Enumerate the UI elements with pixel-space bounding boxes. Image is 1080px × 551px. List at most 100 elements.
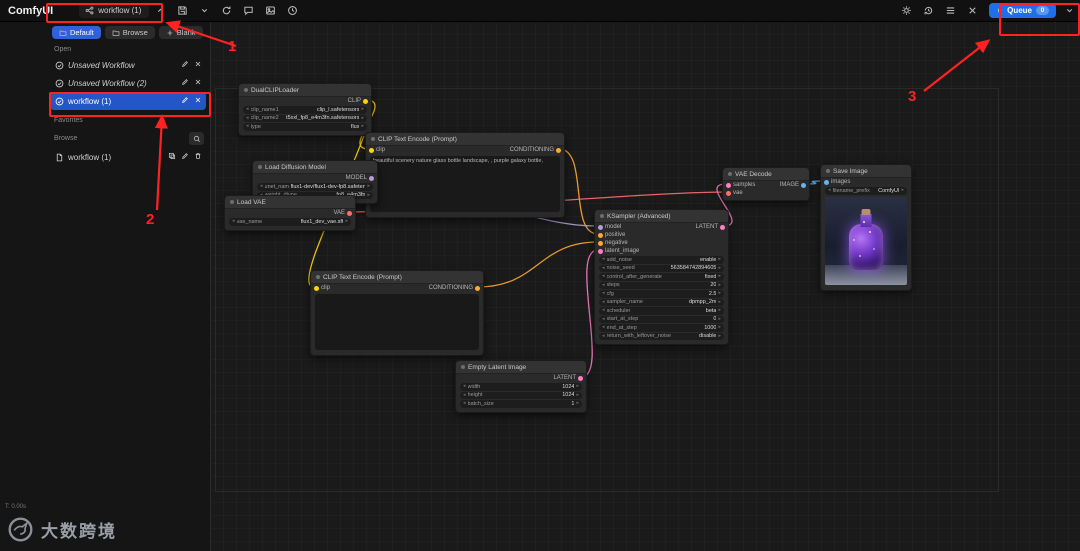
port-dot-icon[interactable]	[824, 179, 829, 185]
widget-sampler_name[interactable]: ◂ sampler_name dpmpp_2m ▸	[599, 298, 724, 306]
port-dot-icon[interactable]	[598, 240, 603, 246]
widget-start_at_step[interactable]: ◂ start_at_step 0 ▸	[599, 315, 724, 323]
chevron-up-icon[interactable]	[152, 3, 168, 19]
port-dot-icon[interactable]	[363, 98, 368, 104]
increment-arrow-icon[interactable]: ▸	[345, 219, 348, 224]
increment-arrow-icon[interactable]: ▸	[361, 124, 364, 129]
widget-type[interactable]: ◂ type flux ▸	[243, 123, 367, 131]
workflow-tab[interactable]: workflow (1)	[79, 3, 150, 18]
decrement-arrow-icon[interactable]: ◂	[602, 316, 605, 322]
increment-arrow-icon[interactable]: ▸	[718, 308, 721, 313]
increment-arrow-icon[interactable]: ▸	[718, 257, 721, 262]
input-port-images[interactable]: images	[824, 179, 850, 185]
increment-arrow-icon[interactable]: ▸	[576, 384, 579, 389]
decrement-arrow-icon[interactable]: ◂	[246, 124, 249, 129]
widget-noise_seed[interactable]: ◂ noise_seed 563584742894605 ▸	[599, 264, 724, 272]
decrement-arrow-icon[interactable]: ◂	[602, 274, 605, 279]
widget-end_at_step[interactable]: ◂ end_at_step 1000 ▸	[599, 324, 724, 332]
node-ksampler-advanced[interactable]: KSampler (Advanced) model LATENT positive ne…	[594, 209, 729, 345]
port-dot-icon[interactable]	[720, 224, 725, 230]
widget-height[interactable]: ◂ height 1024 ▸	[460, 391, 582, 399]
widget-steps[interactable]: ◂ steps 20 ▸	[599, 281, 724, 289]
node-header[interactable]: DualCLIPLoader	[239, 84, 371, 97]
queue-options-chevron-icon[interactable]	[1061, 3, 1077, 19]
input-port-positive[interactable]: positive	[598, 232, 625, 238]
input-port-clip[interactable]: clip	[369, 147, 385, 153]
browse-workflow-item[interactable]: workflow (1)	[50, 148, 206, 166]
close-icon[interactable]	[194, 96, 202, 106]
node-clip-text-encode-prompt[interactable]: CLIP Text Encode (Prompt) clip CONDITIONIN…	[365, 132, 565, 218]
port-dot-icon[interactable]	[556, 147, 561, 153]
node-dualcliploader[interactable]: DualCLIPLoader CLIP ◂ clip_name1 clip_l.safe…	[238, 83, 372, 136]
rename-icon[interactable]	[181, 78, 189, 88]
node-save-image[interactable]: Save Image images ◂ filename_prefix ComfyUI ▸	[820, 164, 912, 291]
increment-arrow-icon[interactable]: ▸	[361, 115, 364, 121]
close-panel-icon[interactable]	[964, 3, 980, 19]
output-port-CONDITIONING[interactable]: CONDITIONING	[429, 285, 480, 291]
collapse-dot-icon[interactable]	[826, 169, 830, 173]
collapse-dot-icon[interactable]	[728, 172, 732, 176]
open-workflow-item[interactable]: workflow (1)	[50, 92, 206, 110]
increment-arrow-icon[interactable]: ▸	[361, 107, 364, 112]
open-workflow-item[interactable]: Unsaved Workflow (2)	[50, 74, 206, 92]
node-header[interactable]: VAE Decode	[723, 168, 809, 181]
increment-arrow-icon[interactable]: ▸	[576, 401, 579, 406]
decrement-arrow-icon[interactable]: ◂	[602, 282, 605, 288]
node-header[interactable]: Load VAE	[225, 196, 355, 209]
widget-vae_name[interactable]: ◂ vae_name flux1_dev_vae.sft ▸	[229, 218, 351, 226]
new-blank-workflow-button[interactable]: Blank	[158, 26, 203, 39]
queue-button[interactable]: Queue 0	[989, 3, 1056, 18]
increment-arrow-icon[interactable]: ▸	[718, 291, 721, 296]
increment-arrow-icon[interactable]: ▸	[718, 325, 721, 330]
collapse-dot-icon[interactable]	[371, 137, 375, 141]
node-header[interactable]: Load Diffusion Model	[253, 161, 377, 174]
increment-arrow-icon[interactable]: ▸	[718, 282, 721, 288]
decrement-arrow-icon[interactable]: ◂	[602, 299, 605, 305]
output-port-IMAGE[interactable]: IMAGE	[780, 182, 806, 188]
output-port-CLIP[interactable]: CLIP	[348, 98, 368, 104]
decrement-arrow-icon[interactable]: ◂	[463, 401, 466, 406]
history-icon[interactable]	[920, 3, 936, 19]
collapse-dot-icon[interactable]	[230, 200, 234, 204]
widget-cfg[interactable]: ◂ cfg 2.5 ▸	[599, 290, 724, 298]
increment-arrow-icon[interactable]: ▸	[576, 392, 579, 398]
increment-arrow-icon[interactable]: ▸	[718, 265, 721, 271]
tab-default[interactable]: Default	[52, 26, 101, 39]
port-dot-icon[interactable]	[598, 248, 603, 254]
node-load-vae[interactable]: Load VAE VAE ◂ vae_name flux1_dev_vae.sft ▸	[224, 195, 356, 231]
decrement-arrow-icon[interactable]: ◂	[463, 384, 466, 389]
decrement-arrow-icon[interactable]: ◂	[463, 392, 466, 398]
decrement-arrow-icon[interactable]: ◂	[602, 333, 605, 339]
port-dot-icon[interactable]	[475, 285, 480, 291]
output-port-MODEL[interactable]: MODEL	[346, 175, 374, 181]
widget-scheduler[interactable]: ◂ scheduler beta ▸	[599, 307, 724, 315]
input-port-negative[interactable]: negative	[598, 240, 628, 246]
node-header[interactable]: KSampler (Advanced)	[595, 210, 728, 223]
increment-arrow-icon[interactable]: ▸	[367, 184, 370, 189]
widget-clip_name2[interactable]: ◂ clip_name2 t5xxl_fp8_e4m3fn.safetensors ▸	[243, 114, 367, 122]
search-button[interactable]	[189, 132, 204, 145]
rename-icon[interactable]	[181, 60, 189, 70]
node-header[interactable]: Empty Latent Image	[456, 361, 586, 374]
port-dot-icon[interactable]	[726, 190, 731, 196]
save-icon[interactable]	[174, 3, 190, 19]
widget-clip_name1[interactable]: ◂ clip_name1 clip_l.safetensors ▸	[243, 106, 367, 114]
tab-browse[interactable]: Browse	[104, 26, 155, 39]
input-port-clip[interactable]: clip	[314, 285, 330, 291]
output-port-LATENT[interactable]: LATENT	[695, 224, 725, 230]
prompt-textarea[interactable]: beautiful scenery nature glass bottle la…	[370, 156, 560, 212]
open-workflow-item[interactable]: Unsaved Workflow	[50, 56, 206, 74]
clock-icon[interactable]	[284, 3, 300, 19]
decrement-arrow-icon[interactable]: ◂	[232, 219, 235, 224]
decrement-arrow-icon[interactable]: ◂	[602, 325, 605, 330]
input-port-model[interactable]: model	[598, 224, 621, 230]
generated-image-preview[interactable]	[825, 196, 907, 285]
rename-icon[interactable]	[181, 152, 189, 162]
insert-icon[interactable]	[168, 152, 176, 162]
collapse-dot-icon[interactable]	[244, 88, 248, 92]
port-dot-icon[interactable]	[369, 175, 374, 181]
close-icon[interactable]	[194, 78, 202, 88]
increment-arrow-icon[interactable]: ▸	[367, 192, 370, 198]
increment-arrow-icon[interactable]: ▸	[718, 274, 721, 279]
widget-filename_prefix[interactable]: ◂ filename_prefix ComfyUI ▸	[825, 187, 907, 195]
